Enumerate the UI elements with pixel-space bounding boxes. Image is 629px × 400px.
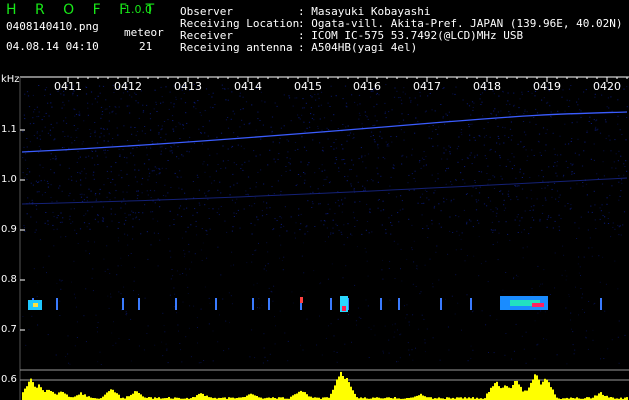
frequency-tick-label: 0.9 [1, 224, 17, 235]
frequency-tick-label: 0.7 [1, 324, 17, 335]
secondary-trace [21, 177, 628, 205]
file-name: 0408140410.png [6, 20, 99, 33]
frequency-tick-label: 1.0 [1, 174, 17, 185]
spectrogram [19, 76, 629, 400]
antenna-value: : A504HB(yagi 4el) [298, 41, 418, 54]
meteor-echo-band [28, 296, 602, 312]
noise-field [22, 84, 628, 365]
time-tick-label: 0415 [294, 80, 322, 93]
frequency-tick-label: 1.1 [1, 124, 17, 135]
date-time: 04.08.14 04:10 [6, 40, 99, 53]
time-tick-label: 0413 [174, 80, 202, 93]
time-tick-label: 0417 [413, 80, 441, 93]
meteor-label: meteor [124, 26, 164, 39]
frequency-unit-label: kHz [1, 74, 20, 85]
antenna-label: Receiving antenna [180, 41, 293, 54]
meteor-count: 21 [139, 40, 153, 53]
frequency-tick-label: 0.8 [1, 274, 17, 285]
time-tick-label: 0411 [54, 80, 82, 93]
activity-meter [22, 371, 628, 400]
time-tick-label: 0412 [114, 80, 142, 93]
time-tick-label: 0414 [234, 80, 262, 93]
frequency-tick-label: 0.6 [1, 374, 17, 385]
time-tick-label: 0418 [473, 80, 501, 93]
app-version: 1.0.0 [124, 3, 152, 16]
time-tick-label: 0420 [593, 80, 621, 93]
time-tick-label: 0419 [533, 80, 561, 93]
time-tick-label: 0416 [353, 80, 381, 93]
